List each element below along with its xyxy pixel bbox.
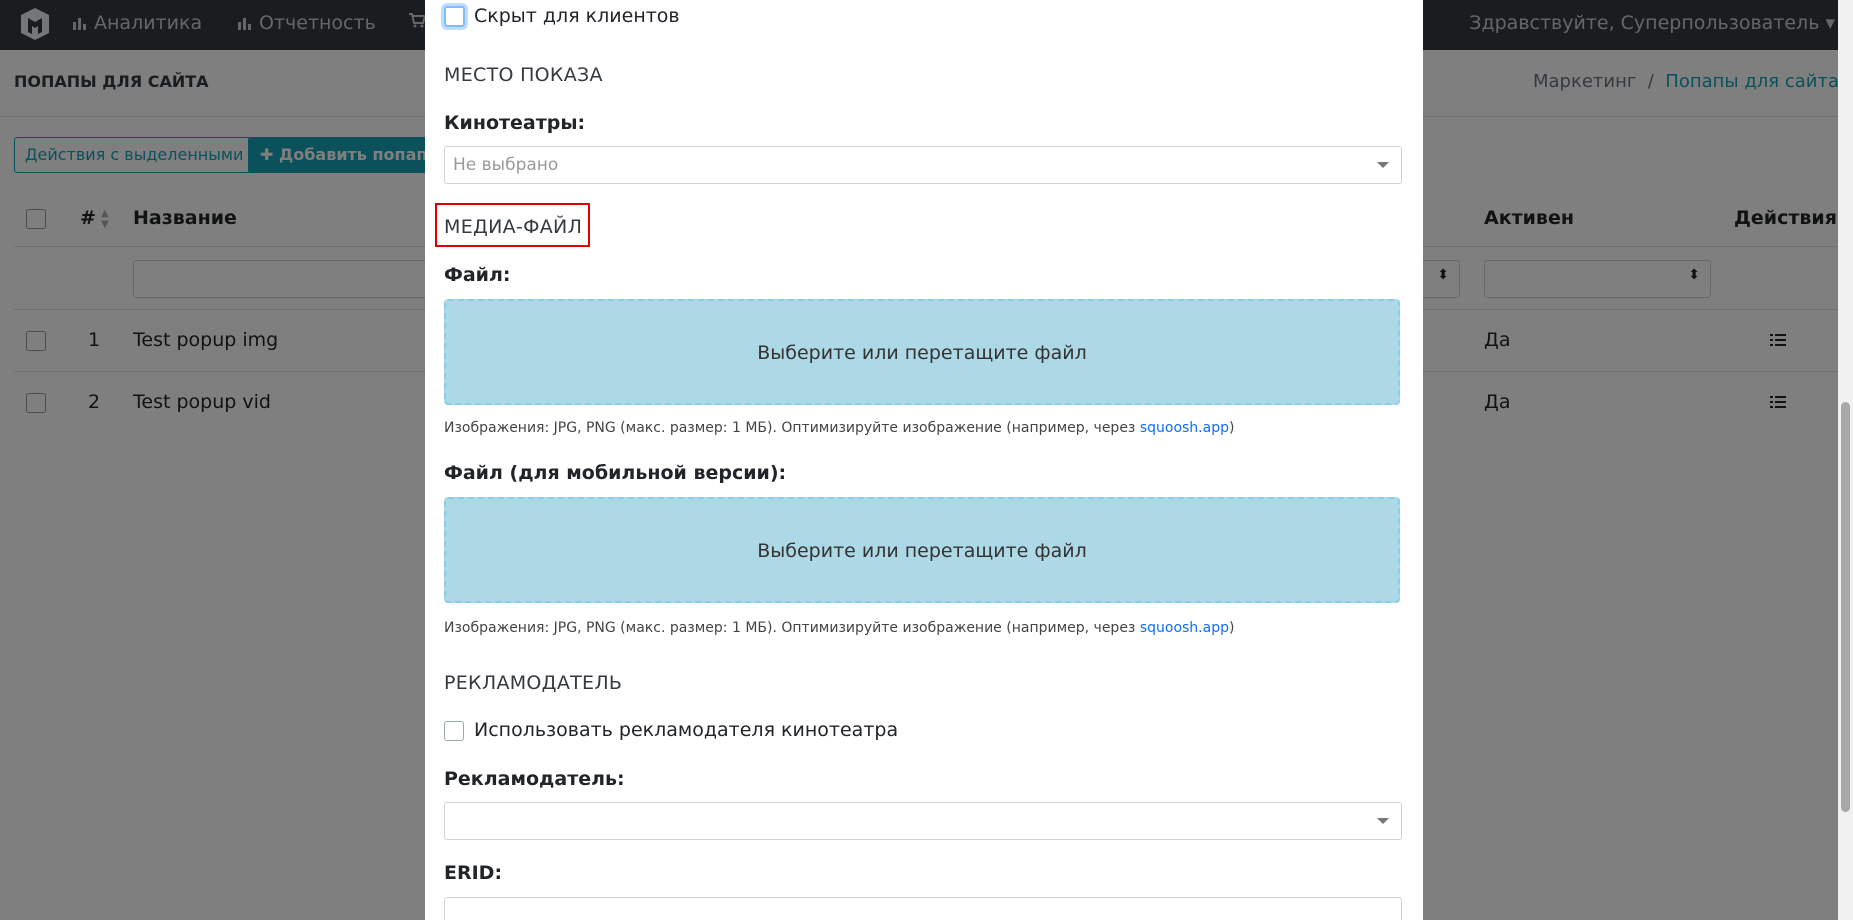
placement-section-title: МЕСТО ПОКАЗА: [444, 64, 603, 86]
caret-down-icon: [1377, 818, 1389, 824]
hidden-for-clients-checkbox[interactable]: [444, 6, 465, 27]
squoosh-link[interactable]: squoosh.app: [1140, 420, 1229, 436]
use-cinema-advertiser-label: Использовать рекламодателя кинотеатра: [474, 719, 899, 741]
popup-edit-modal: Скрыт для клиентов МЕСТО ПОКАЗА Кинотеат…: [425, 0, 1423, 920]
file-hint-text: Изображения: JPG, PNG (макс. размер: 1 М…: [444, 620, 1140, 636]
file-hint-suffix: ): [1228, 620, 1235, 636]
advertiser-section-title: РЕКЛАМОДАТЕЛЬ: [444, 672, 623, 694]
cinemas-label: Кинотеатры:: [444, 112, 586, 134]
file-hint-text: Изображения: JPG, PNG (макс. размер: 1 М…: [444, 420, 1140, 436]
caret-down-icon: [1377, 162, 1389, 168]
file-dropzone[interactable]: Выберите или перетащите файл: [444, 299, 1400, 405]
media-section-title: МЕДИА-ФАЙЛ: [444, 216, 583, 238]
erid-input[interactable]: [444, 897, 1402, 920]
scrollbar[interactable]: [1838, 0, 1853, 920]
file-label: Файл:: [444, 264, 511, 286]
erid-label: ERID:: [444, 862, 503, 884]
advertiser-select[interactable]: [444, 802, 1402, 840]
file-hint-suffix: ): [1228, 420, 1235, 436]
hidden-for-clients-label: Скрыт для клиентов: [474, 5, 680, 27]
squoosh-link[interactable]: squoosh.app: [1140, 620, 1229, 636]
advertiser-label: Рекламодатель:: [444, 768, 625, 790]
use-cinema-advertiser-checkbox[interactable]: [444, 721, 464, 741]
mobile-file-hint: Изображения: JPG, PNG (макс. размер: 1 М…: [444, 620, 1234, 636]
mobile-file-label: Файл (для мобильной версии):: [444, 462, 787, 484]
cinemas-select[interactable]: Не выбрано: [444, 146, 1402, 184]
dropzone-text: Выберите или перетащите файл: [757, 540, 1087, 562]
dropzone-text: Выберите или перетащите файл: [757, 342, 1087, 364]
scrollbar-thumb[interactable]: [1841, 402, 1850, 812]
mobile-file-dropzone[interactable]: Выберите или перетащите файл: [444, 497, 1400, 603]
cinemas-placeholder: Не выбрано: [453, 155, 559, 175]
file-hint: Изображения: JPG, PNG (макс. размер: 1 М…: [444, 420, 1234, 436]
